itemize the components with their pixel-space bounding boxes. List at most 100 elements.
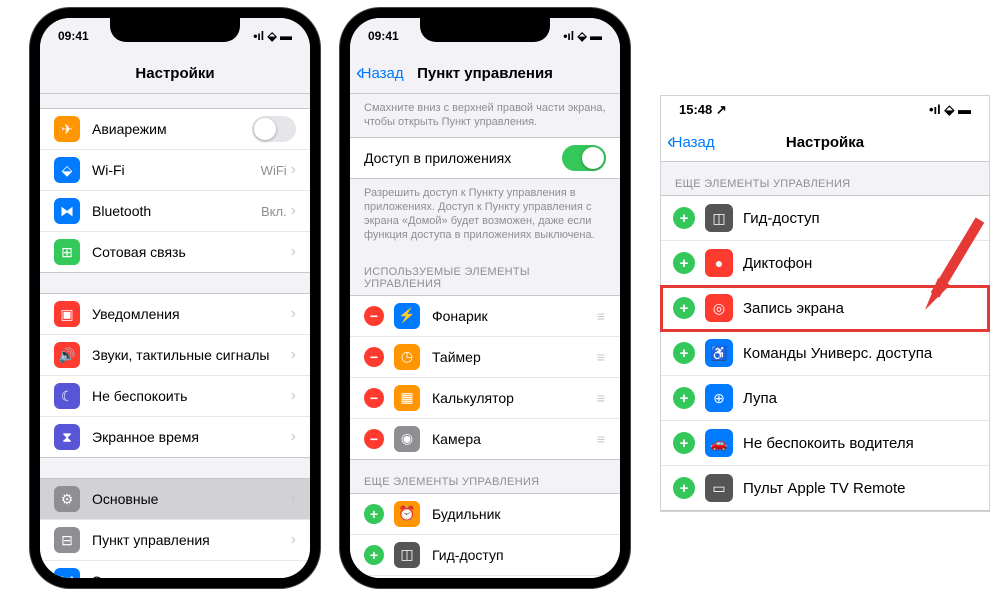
row-label: Авиарежим [92, 121, 252, 137]
more-control-row[interactable]: +◫Гид-доступ [350, 535, 620, 576]
moon-icon: ☾ [54, 383, 80, 409]
more-control-row[interactable]: +●Диктофон [350, 576, 620, 578]
row-label: Камера [432, 431, 597, 447]
chevron-right-icon: › [291, 243, 296, 261]
add-button[interactable]: + [673, 207, 695, 229]
drag-handle-icon[interactable]: ≡ [597, 390, 606, 406]
settings-row[interactable]: ⚙Основные› [40, 479, 310, 520]
status-indicators: •ıl ⬙ ▬ [563, 29, 602, 43]
settings-row[interactable]: 🔊Звуки, тактильные сигналы› [40, 335, 310, 376]
add-button[interactable]: + [364, 504, 384, 524]
row-label: Экран и яркость [92, 573, 291, 578]
more-control-row[interactable]: +⊕Лупа [661, 376, 989, 421]
add-button[interactable]: + [673, 477, 695, 499]
included-control-row[interactable]: −◷ Таймер≡ [350, 337, 620, 378]
add-button[interactable]: + [364, 545, 384, 565]
back-label: Назад [361, 65, 404, 82]
row-label: Не беспокоить [92, 388, 291, 404]
row-label: Сотовая связь [92, 244, 291, 260]
add-button[interactable]: + [673, 252, 695, 274]
row-label: Доступ в приложениях [364, 150, 562, 166]
settings-row[interactable]: ☾Не беспокоить› [40, 376, 310, 417]
hint-text: Разрешить доступ к Пункту управления в п… [350, 179, 620, 250]
notch [420, 18, 550, 42]
acc-icon: ♿ [705, 339, 733, 367]
guide-icon: ◫ [394, 542, 420, 568]
settings-row[interactable]: AAЭкран и яркость› [40, 561, 310, 578]
settings-group: ▣Уведомления›🔊Звуки, тактильные сигналы›… [40, 293, 310, 458]
gear-icon: ⚙ [54, 486, 80, 512]
more-control-row[interactable]: +🚗Не беспокоить водителя [661, 421, 989, 466]
add-button[interactable]: + [673, 342, 695, 364]
row-label: Команды Универс. доступа [743, 345, 977, 362]
status-time: 09:41 [368, 29, 399, 43]
drag-handle-icon[interactable]: ≡ [597, 349, 606, 365]
status-time: 15:48 ↗ [679, 102, 727, 118]
flash-icon: ⚡ [394, 303, 420, 329]
settings-row[interactable]: ⊟ Пункт управления› [40, 520, 310, 561]
included-control-row[interactable]: −▦Калькулятор≡ [350, 378, 620, 419]
phone-control-center: 09:41 •ıl ⬙ ▬ ‹ Назад Пункт управления С… [340, 8, 630, 588]
row-value: Вкл. [261, 204, 287, 219]
settings-list[interactable]: ✈ Авиарежим ⬙Wi-FiWiFi›⧓BluetoothВкл.› ⊞ Сот… [40, 94, 310, 578]
row-label: Пункт управления [92, 532, 291, 548]
row-label: Звуки, тактильные сигналы [92, 347, 291, 363]
settings-row[interactable]: ✈ Авиарежим [40, 109, 310, 150]
hint-text: Смахните вниз с верхней правой части экр… [350, 94, 620, 137]
add-button[interactable]: + [673, 297, 695, 319]
nav-header: Настройки [40, 54, 310, 94]
row-label: Будильник [432, 506, 606, 522]
remove-button[interactable]: − [364, 388, 384, 408]
settings-row[interactable]: ⬙Wi-FiWiFi› [40, 150, 310, 191]
bt-icon: ⧓ [54, 198, 80, 224]
voice-icon: ● [705, 249, 733, 277]
row-label: Таймер [432, 349, 597, 365]
callout-arrow [920, 210, 990, 335]
timer-icon: ◷ [394, 344, 420, 370]
row-label: Пульт Apple TV Remote [743, 480, 977, 497]
add-button[interactable]: + [673, 387, 695, 409]
included-control-row[interactable]: −◉Камера≡ [350, 419, 620, 459]
cc-icon: ⊟ [54, 527, 80, 553]
more-control-row[interactable]: + ♿ Команды Универс. доступа [661, 331, 989, 376]
back-label: Назад [672, 134, 715, 151]
control-center-list[interactable]: Смахните вниз с верхней правой части экр… [350, 94, 620, 578]
settings-row[interactable]: ▣Уведомления› [40, 294, 310, 335]
page-title: Настройки [48, 65, 302, 82]
chevron-right-icon: › [291, 531, 296, 549]
status-time: 09:41 [58, 29, 89, 43]
more-control-row[interactable]: +⏰Будильник [350, 494, 620, 535]
settings-row[interactable]: ⧗Экранное время› [40, 417, 310, 457]
chevron-right-icon: › [291, 490, 296, 508]
drag-handle-icon[interactable]: ≡ [597, 431, 606, 447]
calc-icon: ▦ [394, 385, 420, 411]
status-indicators: •ıl ⬙ ▬ [929, 102, 971, 118]
add-button[interactable]: + [673, 432, 695, 454]
toggle[interactable] [562, 145, 606, 171]
wifi-icon: ⬙ [54, 157, 80, 183]
chevron-right-icon: › [291, 346, 296, 364]
tv-icon: ▭ [705, 474, 733, 502]
settings-row[interactable]: ⧓BluetoothВкл.› [40, 191, 310, 232]
back-button[interactable]: ‹ Назад [667, 131, 715, 154]
back-button[interactable]: ‹ Назад [356, 62, 404, 85]
remove-button[interactable]: − [364, 347, 384, 367]
cell-icon: ⊞ [54, 239, 80, 265]
remove-button[interactable]: − [364, 306, 384, 326]
mag-icon: ⊕ [705, 384, 733, 412]
drag-handle-icon[interactable]: ≡ [597, 308, 606, 324]
row-label: Экранное время [92, 429, 291, 445]
access-in-apps-row[interactable]: Доступ в приложениях [350, 138, 620, 178]
toggle[interactable] [252, 116, 296, 142]
notch [110, 18, 240, 42]
chevron-right-icon: › [291, 305, 296, 323]
included-control-row[interactable]: −⚡Фонарик≡ [350, 296, 620, 337]
car-icon: 🚗 [705, 429, 733, 457]
remove-button[interactable]: − [364, 429, 384, 449]
plane-icon: ✈ [54, 116, 80, 142]
settings-row[interactable]: ⊞ Сотовая связь› [40, 232, 310, 272]
more-control-row[interactable]: + ▭ Пульт Apple TV Remote [661, 466, 989, 510]
chevron-right-icon: › [291, 161, 296, 179]
hour-icon: ⧗ [54, 424, 80, 450]
phone-settings: 09:41 •ıl ⬙ ▬ Настройки ✈Авиарежим⬙Wi-Fi… [30, 8, 320, 588]
